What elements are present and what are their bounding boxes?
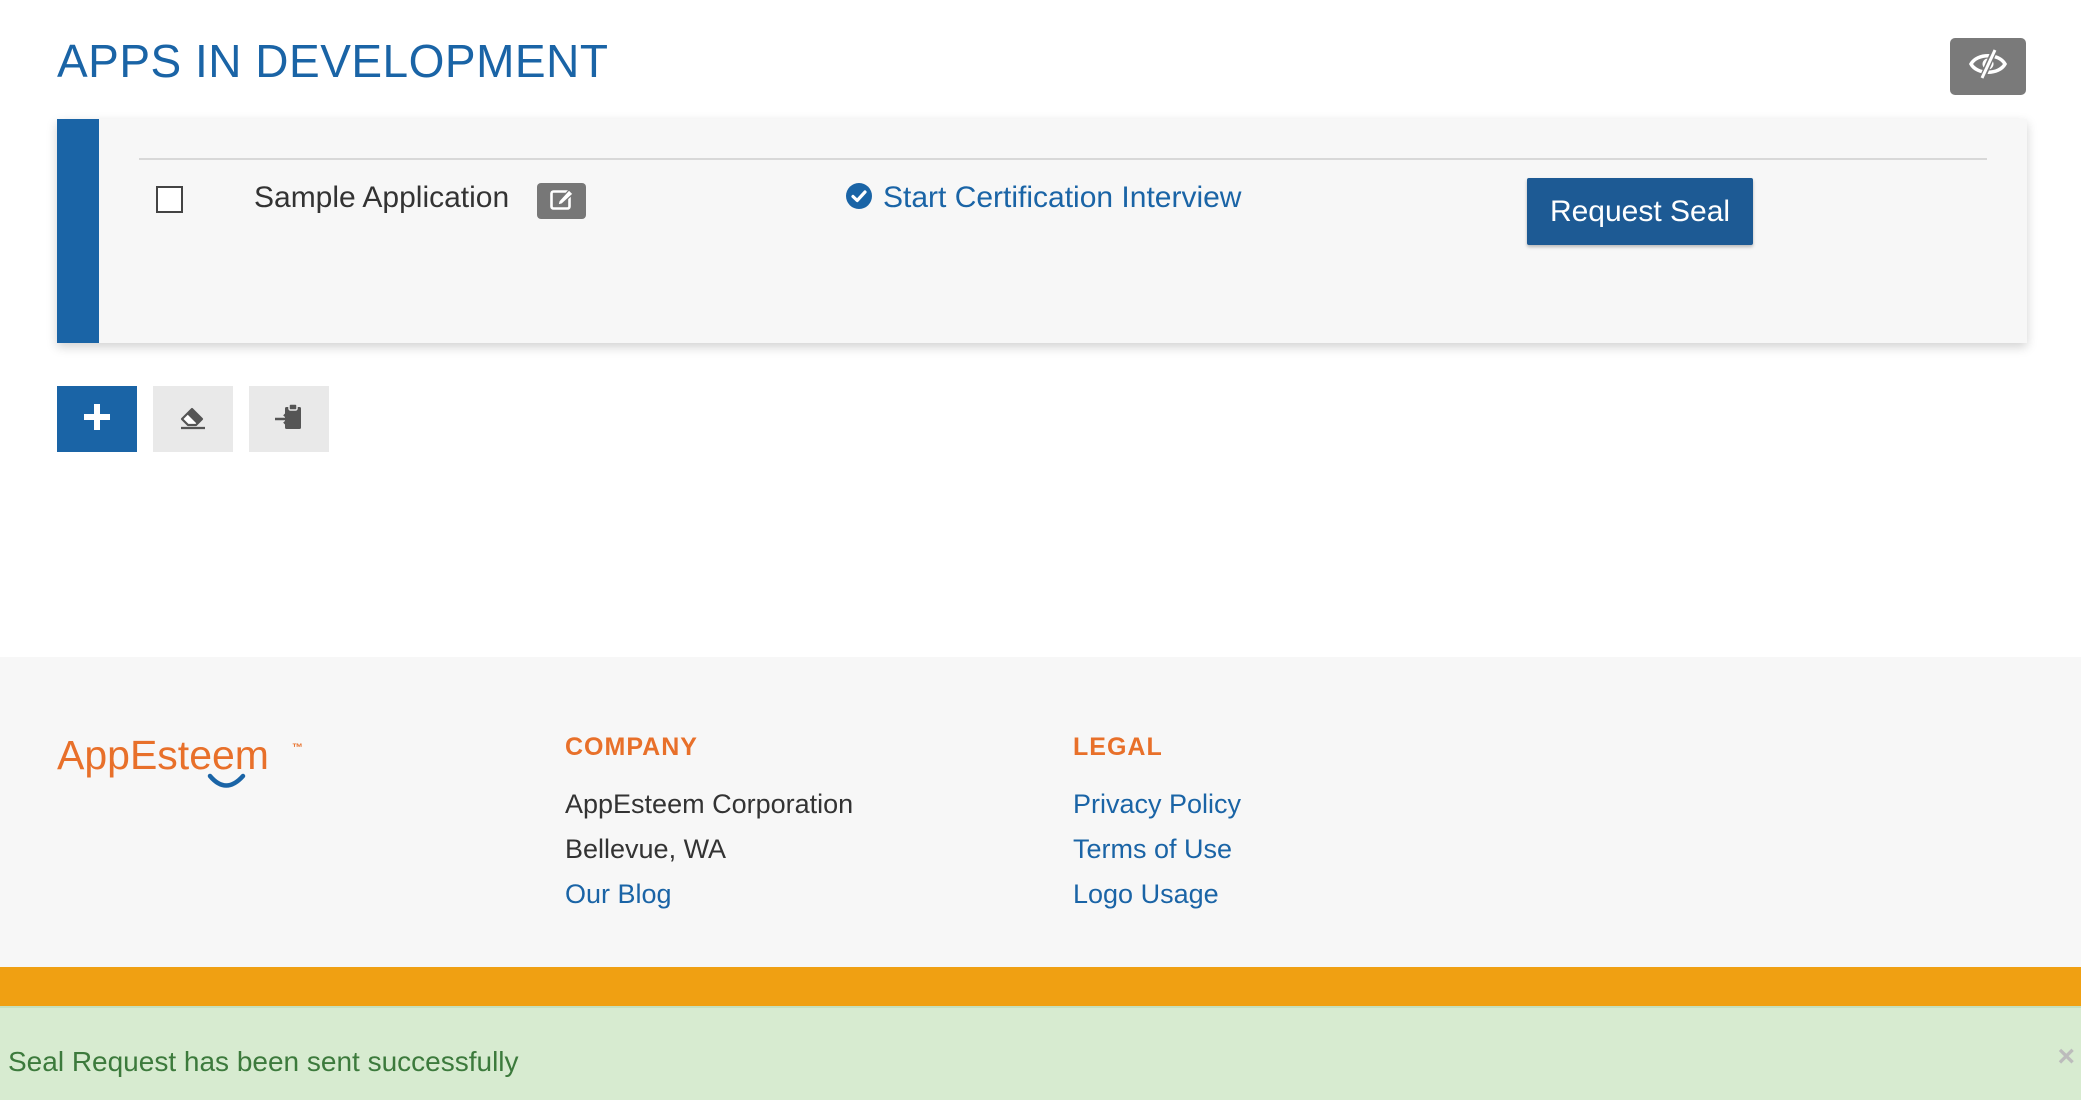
success-notification: Seal Request has been sent successfully … <box>0 1006 2081 1100</box>
footer-company-heading: COMPANY <box>565 733 698 761</box>
app-card-divider <box>139 158 1987 160</box>
app-card: Sample Application Start Certification I… <box>57 119 2027 343</box>
footer-bottom-band <box>0 967 2081 1007</box>
add-app-button[interactable] <box>57 386 137 452</box>
erase-button[interactable] <box>153 386 233 452</box>
company-name: AppEsteem Corporation <box>565 789 854 819</box>
privacy-policy-link[interactable]: Privacy Policy <box>1073 782 1241 827</box>
company-location: Bellevue, WA <box>565 834 727 864</box>
logo-usage-link[interactable]: Logo Usage <box>1073 872 1241 917</box>
start-certification-label: Start Certification Interview <box>883 181 1242 214</box>
import-button[interactable] <box>249 386 329 452</box>
request-seal-button[interactable]: Request Seal <box>1527 178 1753 245</box>
plus-icon <box>83 403 111 436</box>
start-certification-link[interactable]: Start Certification Interview <box>845 181 1241 215</box>
edit-app-button[interactable] <box>537 183 586 219</box>
edit-icon <box>549 187 575 216</box>
footer-legal-column: LEGAL Privacy Policy Terms of Use Logo U… <box>1073 733 1241 917</box>
svg-text:™: ™ <box>292 742 303 754</box>
app-select-checkbox[interactable] <box>156 186 183 213</box>
svg-text:AppEsteem: AppEsteem <box>57 732 269 778</box>
eye-slash-icon <box>1968 47 2008 86</box>
notification-message: Seal Request has been sent successfully <box>8 1046 519 1077</box>
page-title: APPS IN DEVELOPMENT <box>57 35 609 87</box>
check-circle-icon <box>845 182 873 215</box>
appesteem-logo[interactable]: AppEsteem ™ <box>57 729 317 799</box>
footer: AppEsteem ™ COMPANY AppEsteem Corporatio… <box>0 657 2081 967</box>
visibility-toggle-button[interactable] <box>1950 38 2026 95</box>
app-name: Sample Application <box>254 181 510 214</box>
eraser-icon <box>178 403 208 436</box>
footer-legal-heading: LEGAL <box>1073 733 1163 761</box>
terms-of-use-link[interactable]: Terms of Use <box>1073 827 1241 872</box>
close-icon[interactable]: × <box>2057 1042 2075 1072</box>
clipboard-import-icon <box>273 401 305 438</box>
footer-company-column: COMPANY AppEsteem Corporation Bellevue, … <box>565 733 853 917</box>
blog-link[interactable]: Our Blog <box>565 872 853 917</box>
app-card-accent <box>57 119 99 343</box>
